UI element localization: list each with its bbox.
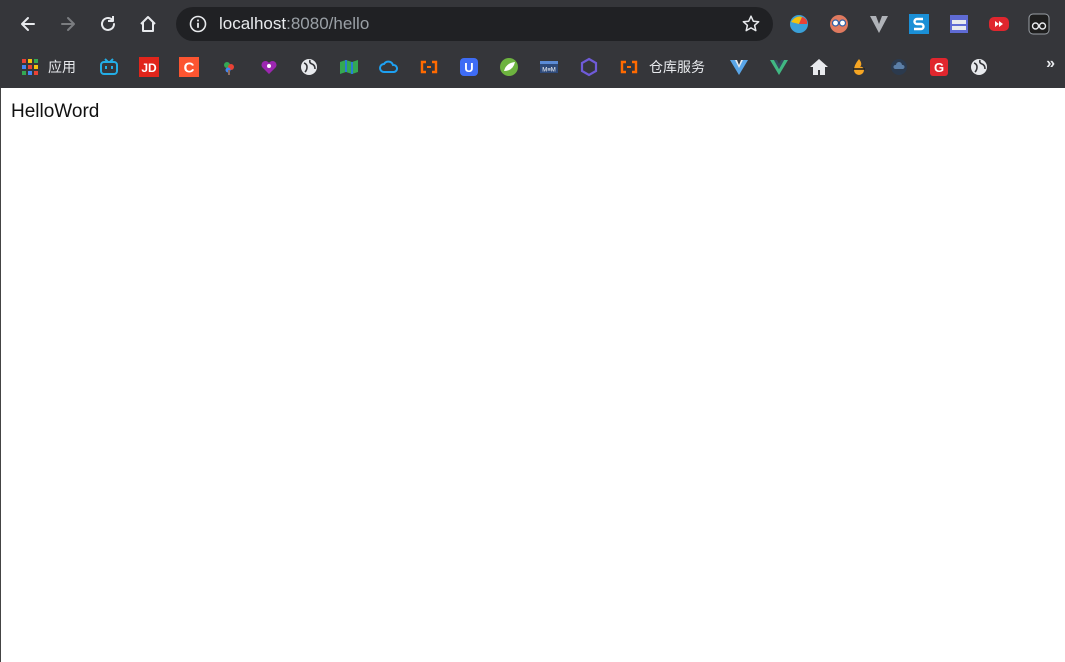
bookmarks-overflow-button[interactable]: » — [1046, 55, 1055, 73]
hexagon-icon — [580, 57, 598, 77]
url-path: :8080/hello — [286, 14, 370, 33]
bookmark-g[interactable]: G — [929, 56, 949, 78]
c-icon: C — [179, 57, 199, 77]
bookmark-c[interactable]: C — [179, 56, 199, 78]
g-icon: G — [930, 58, 948, 76]
browser-chrome: localhost:8080/hello 应用 JD C U M≡M 仓库服务 … — [0, 0, 1065, 88]
bookmark-apps-label: 应用 — [48, 59, 76, 75]
map-icon — [340, 60, 358, 74]
bookmark-warehouse[interactable]: 仓库服务 — [619, 56, 705, 78]
bookmark-hexagon[interactable] — [579, 56, 599, 78]
ext-red-play-button[interactable] — [988, 13, 1010, 35]
info-icon[interactable] — [189, 15, 207, 33]
bookmark-map[interactable] — [339, 56, 359, 78]
back-button[interactable] — [14, 10, 42, 38]
bookmark-u[interactable]: U — [459, 56, 479, 78]
ext-colorful-icon — [790, 15, 808, 33]
forward-button[interactable] — [54, 10, 82, 38]
bookmark-tree[interactable] — [219, 56, 239, 78]
ext-s-icon — [909, 14, 929, 34]
ext-glasses-button[interactable] — [1028, 13, 1050, 35]
cloud-dark-icon — [891, 59, 907, 75]
browser-toolbar: localhost:8080/hello — [0, 0, 1065, 48]
address-bar[interactable]: localhost:8080/hello — [176, 7, 773, 41]
bookmark-warehouse-label: 仓库服务 — [649, 59, 705, 75]
svg-text:G: G — [934, 60, 944, 75]
url-text[interactable]: localhost:8080/hello — [219, 14, 369, 34]
svg-text:C: C — [184, 60, 195, 77]
ext-window-icon — [950, 15, 968, 33]
reload-icon — [101, 16, 115, 31]
bookmark-spring[interactable] — [499, 56, 519, 78]
bookmark-bracket-1[interactable] — [419, 56, 439, 78]
ext-face-icon — [830, 15, 848, 33]
tree-icon — [224, 62, 234, 75]
ext-glasses-icon — [1028, 13, 1050, 35]
bookmark-v[interactable] — [729, 56, 749, 78]
bookmark-house[interactable] — [809, 56, 829, 78]
ext-colorful-button[interactable] — [788, 13, 810, 35]
cloud-icon — [379, 60, 398, 73]
bookmark-globe-2[interactable] — [969, 56, 989, 78]
bilibili-icon — [100, 58, 118, 75]
url-host: localhost — [219, 14, 287, 33]
ext-v-button[interactable] — [868, 13, 890, 35]
ext-face-button[interactable] — [828, 13, 850, 35]
bookmark-cloud-dark[interactable] — [889, 56, 909, 78]
bookmark-globe-1[interactable] — [299, 56, 319, 78]
page-body-text: HelloWord — [11, 101, 100, 122]
bookmark-flame[interactable] — [849, 56, 869, 78]
spring-icon — [500, 58, 518, 76]
bookmark-apps[interactable]: 应用 — [20, 56, 76, 78]
reload-button[interactable] — [94, 10, 122, 38]
bookmark-jd[interactable]: JD — [139, 56, 159, 78]
bookmark-cloud[interactable] — [379, 56, 399, 78]
back-arrow-icon — [21, 17, 35, 31]
u-icon: U — [460, 58, 478, 76]
bracket-icon — [420, 60, 438, 74]
bracket-icon — [620, 60, 638, 74]
v-icon — [730, 60, 748, 75]
globe-icon — [301, 59, 317, 75]
apps-grid-icon — [22, 59, 38, 75]
home-icon — [140, 16, 156, 32]
page-content: HelloWord — [0, 88, 1065, 662]
ext-s-button[interactable] — [908, 13, 930, 35]
bookmark-mm[interactable]: M≡M — [539, 56, 559, 78]
vue-icon — [770, 60, 788, 75]
home-button[interactable] — [134, 10, 162, 38]
mm-icon: M≡M — [540, 61, 558, 74]
svg-text:M≡M: M≡M — [542, 68, 556, 74]
globe-icon — [971, 59, 987, 75]
flame-icon — [853, 59, 865, 75]
ext-red-play-icon — [989, 17, 1009, 31]
heart-icon — [261, 60, 277, 74]
bookmark-vue[interactable] — [769, 56, 789, 78]
jd-icon: JD — [139, 57, 159, 77]
bookmark-heart[interactable] — [259, 56, 279, 78]
forward-arrow-icon — [61, 17, 75, 31]
bookmarks-bar: 应用 JD C U M≡M 仓库服务 G » — [0, 48, 1065, 86]
ext-v-icon — [870, 16, 888, 33]
svg-text:JD: JD — [141, 61, 157, 75]
house-icon — [810, 59, 828, 75]
ext-window-button[interactable] — [948, 13, 970, 35]
bookmark-bilibili[interactable] — [99, 56, 119, 78]
svg-text:U: U — [464, 60, 473, 75]
star-icon[interactable] — [741, 14, 761, 34]
